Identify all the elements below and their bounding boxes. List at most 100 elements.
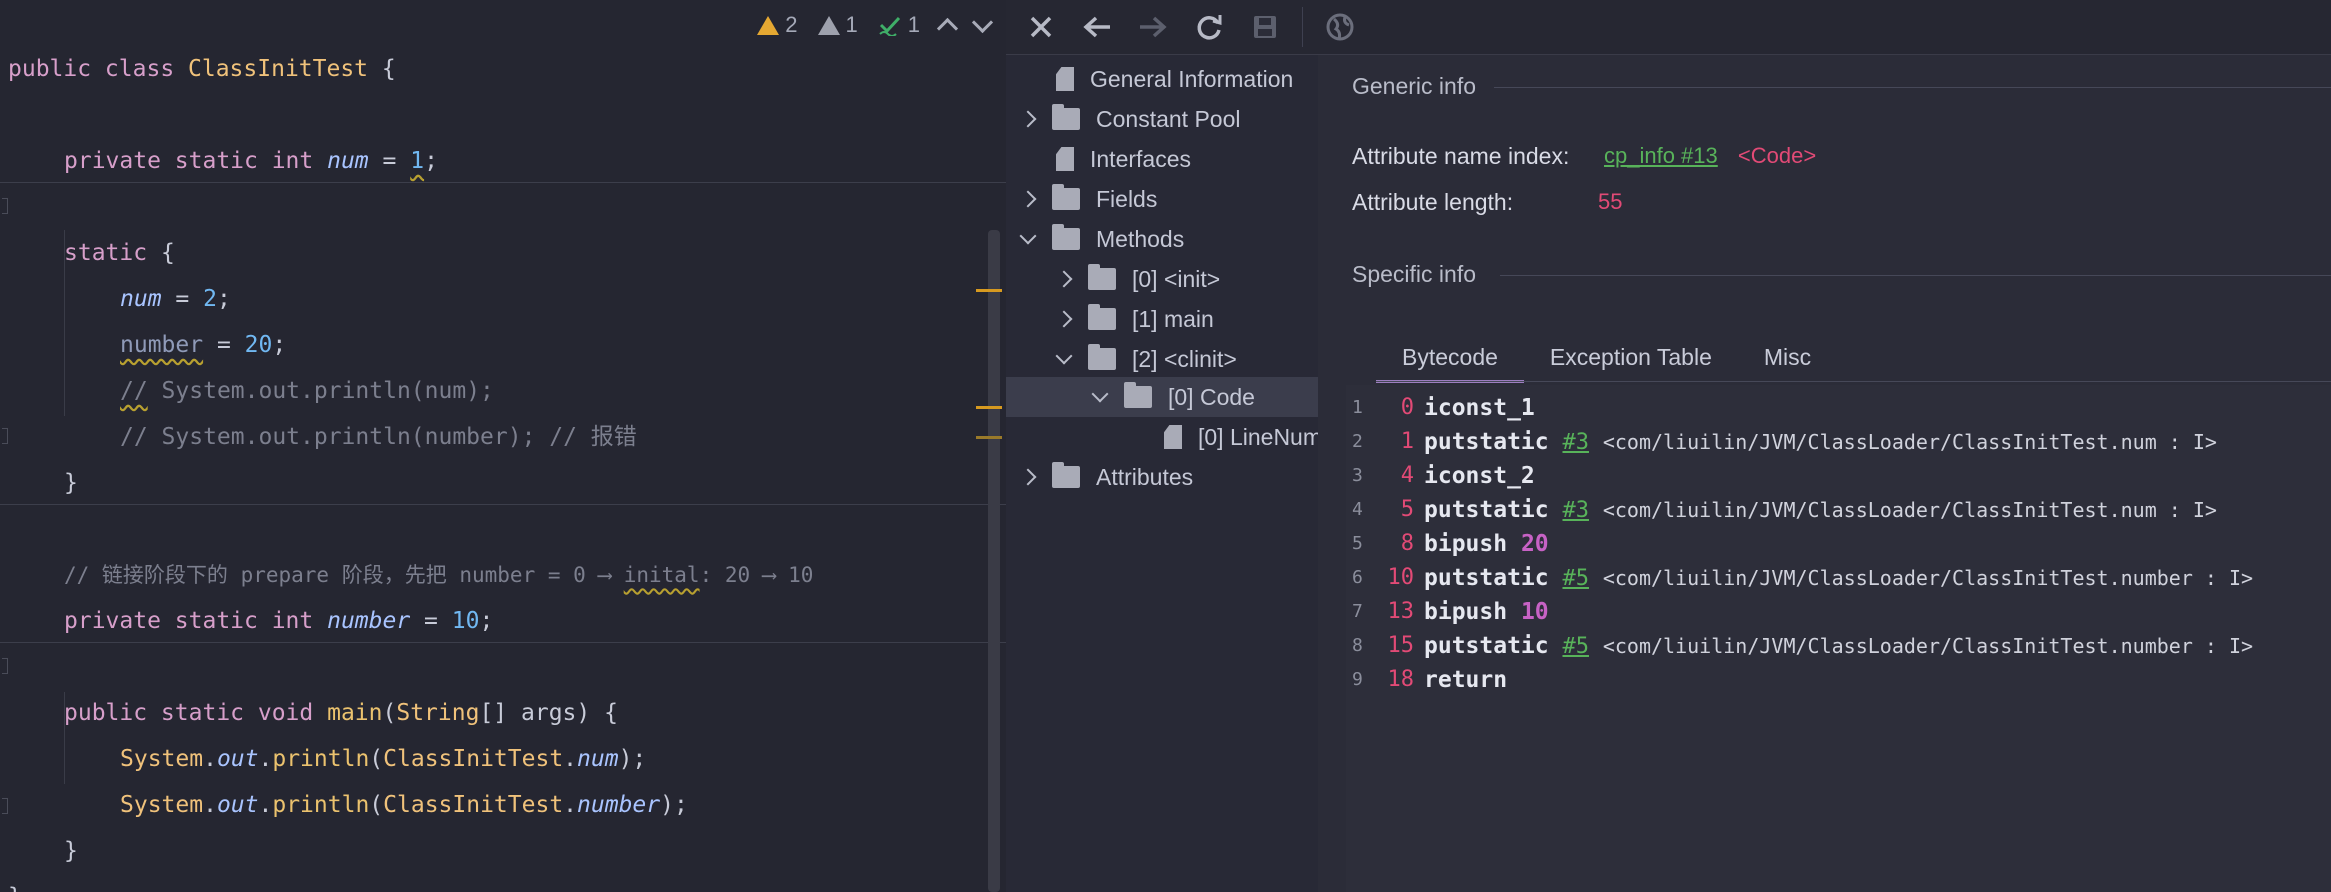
section-divider bbox=[1494, 87, 2331, 88]
save-button[interactable] bbox=[1246, 8, 1284, 46]
inspection-widget[interactable]: 2 1 1 bbox=[757, 8, 994, 42]
file-icon bbox=[1164, 425, 1182, 449]
web-button[interactable] bbox=[1321, 8, 1359, 46]
attribute-length-value: 55 bbox=[1598, 189, 1623, 214]
tree-node-fields[interactable]: Fields bbox=[1019, 179, 1157, 219]
previous-highlight-icon[interactable] bbox=[936, 17, 959, 39]
tree-node-code[interactable]: [0] Code bbox=[1091, 377, 1255, 417]
tree-node-line-number-table[interactable]: [0] LineNum bbox=[1130, 417, 1318, 457]
file-icon bbox=[1056, 67, 1074, 91]
warnings-indicator[interactable]: 2 bbox=[757, 12, 798, 38]
tree-node-general-information[interactable]: General Information bbox=[1022, 59, 1293, 99]
line-number: 3 bbox=[1352, 465, 1363, 486]
warning-stripe-marker[interactable] bbox=[976, 289, 1002, 292]
typos-indicator[interactable]: 1 bbox=[878, 12, 920, 38]
bytecode-row: 4 5 putstatic #3 <com/liuilin/JVM/ClassLoa… bbox=[1346, 493, 2331, 527]
constant-pool-ref-link[interactable]: #3 bbox=[1562, 498, 1589, 523]
ref-description: <com/liuilin/JVM/ClassLoader/ClassInitTe… bbox=[1602, 430, 2217, 454]
bytecode-listing[interactable]: 1 0 iconst_1 2 1 putstatic #3 <com/liuilin/JV… bbox=[1346, 385, 2331, 892]
instruction: return bbox=[1424, 663, 1507, 697]
push-operand: 10 bbox=[1520, 599, 1549, 625]
tree-node-interfaces[interactable]: Interfaces bbox=[1022, 139, 1191, 179]
cp-info-link[interactable]: cp_info #13 bbox=[1604, 143, 1718, 168]
weak-warning-icon bbox=[817, 15, 840, 35]
instruction-offset: 13 bbox=[1387, 599, 1415, 624]
constant-pool-ref-link[interactable]: #5 bbox=[1562, 566, 1589, 591]
refresh-icon bbox=[1197, 15, 1222, 40]
opcode: bipush bbox=[1424, 531, 1508, 557]
chevron-right-icon[interactable] bbox=[1019, 110, 1037, 128]
tree-node-method-clinit[interactable]: [2] <clinit> bbox=[1055, 339, 1237, 379]
toolbar-divider bbox=[1302, 7, 1303, 47]
chevron-right-icon[interactable] bbox=[1019, 190, 1037, 208]
line-number: 1 bbox=[1352, 397, 1363, 418]
tree-node-method-main[interactable]: [1] main bbox=[1055, 299, 1214, 339]
code-line: System.out.println(ClassInitTest.num); bbox=[120, 746, 647, 772]
back-button[interactable] bbox=[1078, 8, 1116, 46]
code-line: public static void main(String[] args) { bbox=[64, 700, 618, 726]
instruction-offset: 15 bbox=[1387, 633, 1415, 658]
line-number: 7 bbox=[1352, 601, 1363, 622]
tabs-underline bbox=[1376, 381, 2331, 382]
code-line: } bbox=[64, 838, 78, 864]
line-number: 9 bbox=[1352, 669, 1363, 690]
bytecode-row: 2 1 putstatic #3 <com/liuilin/JVM/ClassLoa… bbox=[1346, 425, 2331, 459]
instruction: iconst_2 bbox=[1424, 459, 1535, 493]
chevron-right-icon[interactable] bbox=[1019, 468, 1037, 486]
line-number: 8 bbox=[1352, 635, 1363, 656]
generic-info-title: Generic info bbox=[1352, 73, 1477, 99]
code-line: static { bbox=[64, 240, 175, 266]
instruction: putstatic #5 <com/liuilin/JVM/ClassLoade… bbox=[1424, 629, 2253, 664]
code-line: // 链接阶段下的 prepare 阶段，先把 number = 0 ⟶ ini… bbox=[64, 563, 814, 587]
warning-stripe-marker[interactable] bbox=[976, 406, 1002, 409]
file-icon bbox=[1056, 147, 1074, 171]
folder-icon bbox=[1052, 224, 1080, 250]
tree-node-constant-pool[interactable]: Constant Pool bbox=[1019, 99, 1240, 139]
instruction-offset: 4 bbox=[1400, 463, 1414, 488]
tree-node-methods[interactable]: Methods bbox=[1019, 219, 1184, 259]
close-button[interactable] bbox=[1022, 8, 1060, 46]
save-icon bbox=[1254, 16, 1276, 38]
instruction: iconst_1 bbox=[1424, 391, 1535, 425]
class-structure-tree[interactable]: General Information Constant Pool Interf… bbox=[1006, 55, 1318, 892]
chevron-down-icon[interactable] bbox=[1091, 385, 1109, 403]
ref-description: <com/liuilin/JVM/ClassLoader/ClassInitTe… bbox=[1602, 566, 2254, 590]
instruction: putstatic #5 <com/liuilin/JVM/ClassLoade… bbox=[1424, 561, 2253, 596]
constant-pool-ref-link[interactable]: #3 bbox=[1562, 430, 1589, 455]
editor-scrollbar[interactable] bbox=[988, 230, 1000, 892]
method-separator bbox=[0, 504, 1006, 505]
constant-pool-ref-link[interactable]: #5 bbox=[1562, 634, 1589, 659]
opcode: putstatic bbox=[1424, 429, 1549, 455]
refresh-button[interactable] bbox=[1190, 8, 1228, 46]
attribute-length-label: Attribute length: bbox=[1352, 189, 1514, 215]
folder-icon bbox=[1052, 104, 1080, 130]
tab-exception-table[interactable]: Exception Table bbox=[1524, 333, 1738, 381]
line-number: 6 bbox=[1352, 567, 1363, 588]
tab-misc[interactable]: Misc bbox=[1738, 333, 1837, 381]
chevron-down-icon[interactable] bbox=[1055, 347, 1073, 365]
code-editor[interactable]: 2 1 1 public class ClassInitTest { priva… bbox=[0, 0, 1006, 892]
instruction-offset: 10 bbox=[1387, 565, 1415, 590]
line-number: 2 bbox=[1352, 431, 1363, 452]
bytecode-viewer: General Information Constant Pool Interf… bbox=[1006, 0, 2331, 892]
tree-node-attributes[interactable]: Attributes bbox=[1019, 457, 1193, 497]
next-highlight-icon[interactable] bbox=[971, 11, 994, 33]
warning-stripe-marker[interactable] bbox=[976, 436, 1002, 439]
tree-node-method-init[interactable]: [0] <init> bbox=[1055, 259, 1220, 299]
opcode: putstatic bbox=[1424, 497, 1549, 523]
weak-warnings-indicator[interactable]: 1 bbox=[817, 12, 858, 38]
code-line: public class ClassInitTest { bbox=[8, 56, 396, 82]
forward-button[interactable] bbox=[1134, 8, 1172, 46]
code-line: } bbox=[0, 828, 55, 892]
warning-icon bbox=[757, 15, 780, 35]
details-panel: Generic info Attribute name index: cp_in… bbox=[1346, 55, 2331, 892]
tab-bytecode[interactable]: Bytecode bbox=[1376, 333, 1524, 383]
typo-check-icon bbox=[879, 16, 900, 36]
warnings-count: 2 bbox=[785, 12, 798, 37]
line-number: 4 bbox=[1352, 499, 1363, 520]
chevron-right-icon[interactable] bbox=[1055, 310, 1073, 328]
chevron-down-icon[interactable] bbox=[1019, 227, 1037, 245]
opcode: iconst_1 bbox=[1424, 395, 1535, 421]
chevron-right-icon[interactable] bbox=[1055, 270, 1073, 288]
bytecode-row: 5 8 bipush 20 bbox=[1346, 527, 2331, 561]
